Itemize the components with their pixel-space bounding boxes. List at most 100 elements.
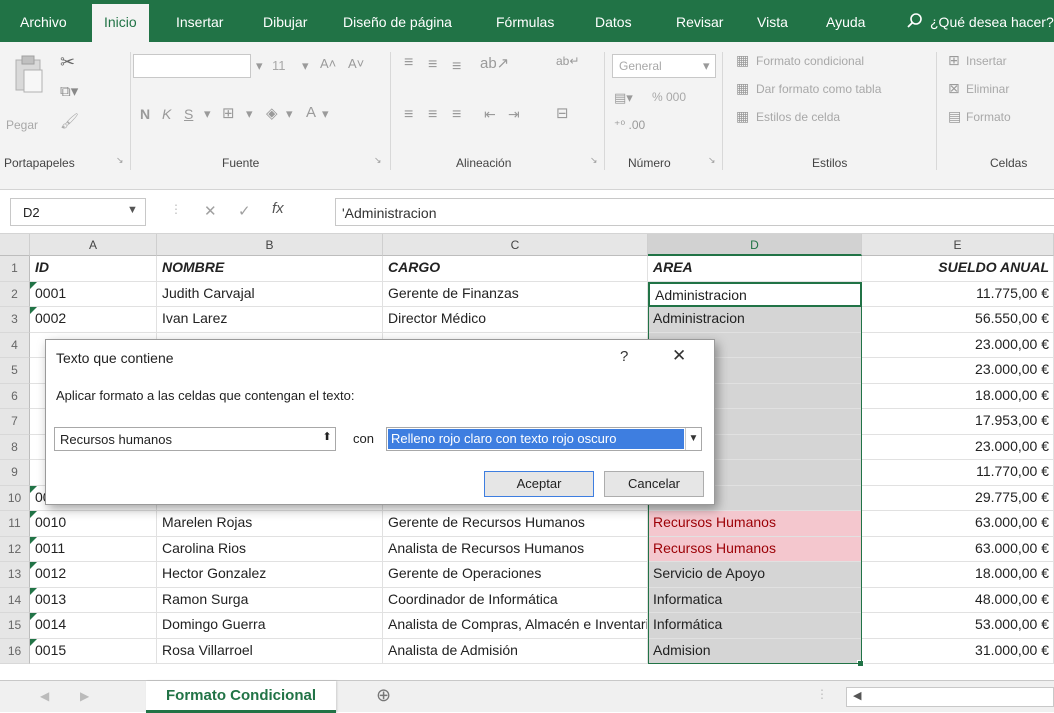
fill-color-icon[interactable]: ◈ [266, 104, 278, 122]
chevron-down-icon[interactable]: ▾ [286, 106, 293, 122]
drag-handle-icon[interactable]: ⋮ [170, 202, 182, 216]
cell-id[interactable]: 0014 [30, 613, 157, 639]
tab-dibujar[interactable]: Dibujar [263, 14, 307, 30]
cell-cargo[interactable]: Gerente de Finanzas [383, 281, 648, 307]
delete-cells-button[interactable]: Eliminar [966, 82, 1009, 96]
format-select[interactable]: Relleno rojo claro con texto rojo oscuro… [386, 427, 702, 451]
scroll-right-icon[interactable]: ▶ [80, 689, 89, 703]
wrap-text-icon[interactable]: ab↵ [556, 54, 579, 68]
cell-nombre[interactable]: Ivan Larez [157, 307, 383, 333]
cell-sueldo[interactable]: 18.000,00 € [862, 562, 1054, 588]
cell-sueldo[interactable]: 23.000,00 € [862, 434, 1054, 460]
cell-id[interactable]: 0010 [30, 511, 157, 537]
help-button[interactable]: ? [620, 348, 628, 365]
paste-button-label[interactable]: Pegar [6, 118, 38, 132]
cell-nombre[interactable]: Hector Gonzalez [157, 562, 383, 588]
error-indicator-icon[interactable] [30, 536, 37, 544]
text-input[interactable]: Recursos humanos ⬆ [54, 427, 336, 451]
tab-formulas[interactable]: Fórmulas [496, 14, 554, 30]
cell-styles-button[interactable]: Estilos de celda [756, 110, 840, 124]
error-indicator-icon[interactable] [30, 485, 37, 493]
row-header[interactable]: 5 [0, 358, 30, 384]
alignment-launcher-icon[interactable]: ↘ [590, 155, 598, 166]
cell-styles-icon[interactable]: ▦ [736, 108, 749, 125]
cell-cargo[interactable]: Gerente de Operaciones [383, 562, 648, 588]
cell-area[interactable]: Informática [648, 613, 862, 639]
conditional-format-icon[interactable]: ▦ [736, 52, 749, 69]
delete-cells-icon[interactable]: ⊠ [948, 80, 960, 97]
chevron-down-icon[interactable]: ▾ [246, 106, 253, 122]
cell-sueldo[interactable]: 17.953,00 € [862, 409, 1054, 435]
cell-area[interactable]: Servicio de Apoyo [648, 562, 862, 588]
increase-indent-icon[interactable]: ⇥ [508, 106, 520, 123]
borders-icon[interactable]: ⊞ [222, 104, 235, 122]
select-all-corner[interactable] [0, 234, 30, 256]
cell-sueldo[interactable]: 56.550,00 € [862, 307, 1054, 333]
row-header[interactable]: 3 [0, 307, 30, 333]
error-indicator-icon[interactable] [30, 613, 37, 620]
align-top-icon[interactable]: ≡ [404, 54, 413, 72]
decrease-indent-icon[interactable]: ⇤ [484, 106, 496, 123]
insert-cells-icon[interactable]: ⊞ [948, 52, 960, 69]
cell-sueldo[interactable]: 48.000,00 € [862, 587, 1054, 613]
cancel-button[interactable]: Cancelar [604, 471, 704, 497]
row-header[interactable]: 16 [0, 638, 30, 664]
format-painter-icon[interactable]: 🖌 [60, 112, 79, 130]
percent-style-button[interactable]: % 000 [652, 90, 686, 104]
cell-sueldo[interactable]: 18.000,00 € [862, 383, 1054, 409]
sheet-tab[interactable]: Formato Condicional [146, 681, 336, 713]
tab-inicio[interactable]: Inicio [92, 4, 149, 42]
cell-area[interactable]: Administracion [648, 307, 862, 333]
error-indicator-icon[interactable] [30, 281, 37, 289]
row-header[interactable]: 14 [0, 587, 30, 613]
row-header[interactable]: 8 [0, 434, 30, 460]
error-indicator-icon[interactable] [30, 562, 37, 569]
chevron-down-icon[interactable]: ▾ [256, 58, 263, 74]
cell-nombre[interactable]: Rosa Villarroel [157, 638, 383, 664]
row-header[interactable]: 10 [0, 485, 30, 511]
cell-area[interactable]: AREA [648, 256, 862, 282]
cell-id[interactable]: 0012 [30, 562, 157, 588]
cell-sueldo[interactable]: 53.000,00 € [862, 613, 1054, 639]
align-middle-icon[interactable]: ≡ [428, 56, 437, 74]
cell-nombre[interactable]: Marelen Rojas [157, 511, 383, 537]
error-indicator-icon[interactable] [30, 587, 37, 595]
cell-nombre[interactable]: Carolina Rios [157, 536, 383, 562]
cell-sueldo[interactable]: 23.000,00 € [862, 332, 1054, 358]
currency-icon[interactable]: ▤▾ [614, 90, 633, 106]
tab-revisar[interactable]: Revisar [676, 14, 723, 30]
row-header[interactable]: 1 [0, 256, 30, 282]
cell-sueldo[interactable]: SUELDO ANUAL [862, 256, 1054, 282]
tab-archivo[interactable]: Archivo [20, 14, 67, 30]
formula-input[interactable]: 'Administracion [335, 198, 1054, 226]
column-header-b[interactable]: B [157, 234, 383, 256]
cell-sueldo[interactable]: 31.000,00 € [862, 638, 1054, 664]
increase-decimal-icon[interactable]: ⁺⁰ .00 [614, 118, 645, 132]
copy-icon[interactable]: ⧉▾ [60, 82, 78, 100]
cell-id[interactable]: 0011 [30, 536, 157, 562]
italic-button[interactable]: K [162, 106, 171, 122]
row-header[interactable]: 15 [0, 613, 30, 639]
cell-sueldo[interactable]: 29.775,00 € [862, 485, 1054, 511]
chevron-down-icon[interactable]: ▼ [685, 428, 701, 450]
format-as-table-button[interactable]: Dar formato como tabla [756, 82, 881, 96]
tab-vista[interactable]: Vista [757, 14, 788, 30]
horizontal-scrollbar[interactable]: ◀ [846, 687, 1054, 707]
cell-sueldo[interactable]: 63.000,00 € [862, 536, 1054, 562]
cell-sueldo[interactable]: 11.770,00 € [862, 460, 1054, 486]
cell-cargo[interactable]: Director Médico [383, 307, 648, 333]
clipboard-launcher-icon[interactable]: ↘ [116, 155, 124, 166]
close-icon[interactable]: ✕ [672, 346, 686, 366]
format-cells-button[interactable]: Formato [966, 110, 1011, 124]
conditional-format-button[interactable]: Formato condicional [756, 54, 864, 68]
insert-function-icon[interactable]: fx [272, 200, 284, 217]
cell-area[interactable]: Administracion [648, 281, 862, 307]
tell-me-search[interactable]: ¿Qué desea hacer? [930, 14, 1054, 30]
align-center-icon[interactable]: ≡ [428, 106, 437, 124]
cell-area[interactable]: Recursos Humanos [648, 511, 862, 537]
chevron-down-icon[interactable]: ▾ [703, 58, 710, 74]
row-header[interactable]: 7 [0, 409, 30, 435]
scroll-left-icon[interactable]: ◀ [40, 689, 49, 703]
row-header[interactable]: 2 [0, 281, 30, 307]
cell-id[interactable]: 0001 [30, 281, 157, 307]
